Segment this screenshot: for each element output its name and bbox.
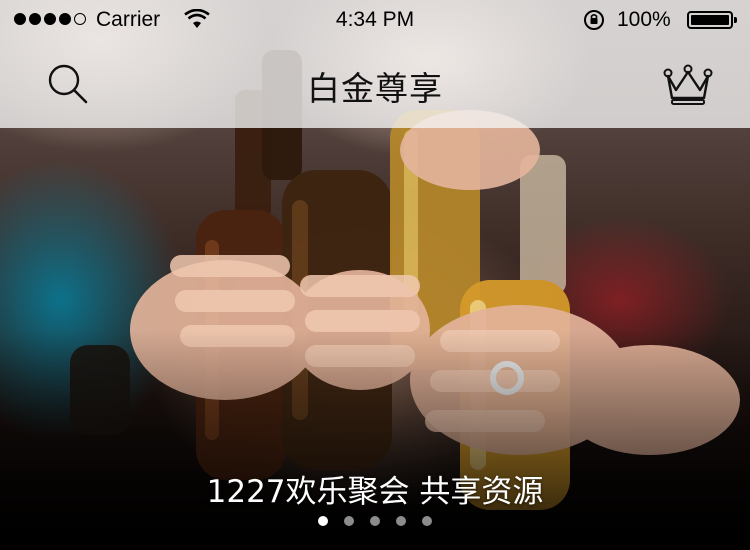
page-dot[interactable]	[370, 516, 380, 526]
signal-dot	[44, 13, 56, 25]
signal-dot	[59, 13, 71, 25]
wifi-icon	[184, 8, 210, 37]
navigation-bar: 白金尊享	[0, 0, 750, 128]
banner-page-indicator[interactable]	[0, 516, 750, 526]
battery-icon	[687, 11, 737, 29]
carrier-name: Carrier	[96, 8, 161, 31]
battery-level-fill	[691, 15, 729, 25]
signal-dot	[29, 13, 41, 25]
page-dot-active[interactable]	[318, 516, 328, 526]
page-title: 白金尊享	[307, 69, 443, 108]
page-dot[interactable]	[344, 516, 354, 526]
signal-dot	[14, 13, 26, 25]
signal-dot-empty	[74, 13, 86, 25]
banner-caption: 1227欢乐聚会 共享资源	[206, 474, 544, 510]
crown-icon	[663, 64, 713, 105]
page-dot[interactable]	[422, 516, 432, 526]
vip-crown-button[interactable]	[662, 62, 714, 108]
orientation-lock-icon	[583, 9, 605, 37]
signal-strength-indicator	[14, 13, 86, 25]
status-bar: Carrier 4:34 PM 100%	[0, 0, 750, 40]
page-dot[interactable]	[396, 516, 406, 526]
battery-percentage: 100%	[617, 8, 671, 31]
